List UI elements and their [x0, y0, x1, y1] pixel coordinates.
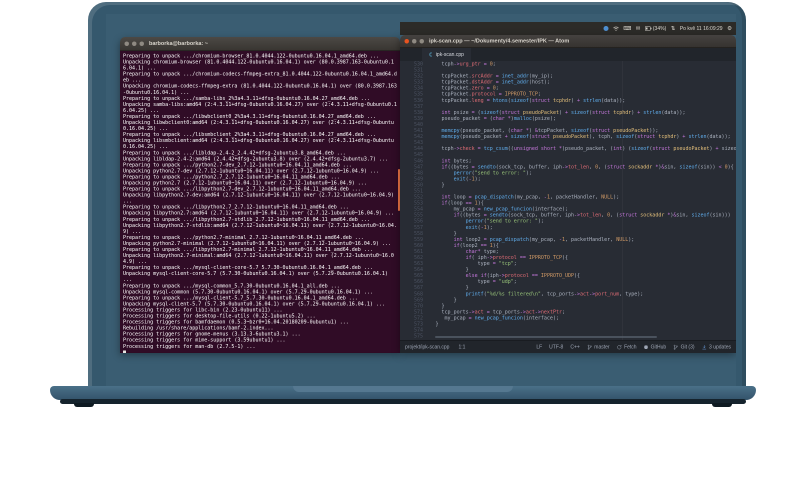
mail-indicator[interactable]: ✉ — [636, 26, 641, 32]
clock-indicator[interactable]: Po kvě 11 16:09:29 — [680, 26, 723, 32]
status-item-git-3-[interactable]: Git (3) — [673, 344, 695, 350]
status-item-lf[interactable]: LF — [536, 344, 542, 350]
battery-label: (34%) — [652, 25, 667, 32]
app-icon — [603, 26, 609, 31]
laptop-screen: ⌨ ✉ (34%) ⇅ Po kvě 11 16:09:29 ⚙ barborka@bar… — [106, 14, 736, 388]
atom-window[interactable]: ipk-scan.cpp — ~/Dokumenty/4.semester/IP… — [400, 35, 736, 353]
status-bar: projekt/ipk-scan.cpp 1:1 LF UTF-8 C++ master… — [400, 340, 736, 353]
tab-bar: C ipk-scan.cpp — [400, 48, 736, 61]
wifi-indicator[interactable] — [613, 26, 619, 31]
minimize-icon[interactable] — [412, 38, 417, 44]
status-left: projekt/ipk-scan.cpp 1:1 — [405, 344, 465, 350]
gear-icon: ⚙ — [727, 25, 732, 32]
maximize-icon[interactable] — [139, 41, 144, 46]
terminal-window[interactable]: barborka@barborka: ~ Preparing to unpack… — [120, 37, 400, 353]
app-indicator[interactable] — [603, 26, 609, 31]
laptop-base — [50, 386, 756, 407]
laptop-lid: ⌨ ✉ (34%) ⇅ Po kvě 11 16:09:29 ⚙ barborka@bar… — [88, 2, 746, 388]
laptop-foot-left — [74, 403, 94, 407]
updates-icon — [702, 344, 708, 350]
minimize-icon[interactable] — [132, 41, 137, 46]
maximize-icon[interactable] — [419, 38, 424, 44]
status-item-fetch[interactable]: Fetch — [617, 344, 637, 350]
tab-label: ipk-scan.cpp — [435, 51, 464, 58]
status-item-github[interactable]: GitHub — [644, 344, 666, 350]
status-item-c-[interactable]: C++ — [570, 344, 579, 350]
editor-lines: 530 tcph->urg_ptr = 0; 531 532 tcpPacket.s… — [400, 62, 736, 340]
keyboard-icon: ⌨ — [623, 25, 632, 32]
terminal-titlebar[interactable]: barborka@barborka: ~ — [120, 37, 400, 51]
horizontal-scrollbar[interactable] — [435, 336, 657, 338]
cpp-file-icon: C — [429, 51, 433, 58]
terminal-text: Preparing to unpack .../chromium-browser… — [123, 53, 397, 350]
terminal-body[interactable]: Preparing to unpack .../chromium-browser… — [120, 51, 400, 353]
tab-ipk-scan[interactable]: C ipk-scan.cpp — [422, 48, 471, 61]
status-right: LF UTF-8 C++ master Fetch GitHub Git (3) 3 upda… — [536, 344, 731, 350]
code-editor[interactable]: 530 tcph->urg_ptr = 0; 531 532 tcpPacket.s… — [400, 61, 736, 340]
atom-title: ipk-scan.cpp — ~/Dokumenty/4.semester/IP… — [429, 38, 570, 44]
status-cursor-position[interactable]: 1:1 — [458, 344, 465, 350]
gear-indicator[interactable]: ⚙ — [727, 26, 732, 32]
laptop-bottom-strip — [60, 399, 746, 404]
terminal-cursor — [123, 350, 126, 353]
sync-icon — [617, 344, 623, 350]
wrap-guide — [622, 61, 623, 340]
unity-top-panel: ⌨ ✉ (34%) ⇅ Po kvě 11 16:09:29 ⚙ — [400, 22, 736, 35]
status-item-3-updates[interactable]: 3 updates — [702, 344, 731, 350]
tray: ⌨ ✉ (34%) ⇅ Po kvě 11 16:09:29 ⚙ — [603, 25, 732, 32]
battery-icon — [644, 26, 652, 31]
git-icon — [673, 344, 679, 350]
branch-icon — [587, 344, 593, 350]
mail-icon: ✉ — [635, 25, 641, 32]
wifi-icon — [613, 26, 619, 31]
line-number: 575 — [413, 333, 423, 340]
arrows-indicator[interactable]: ⇅ — [671, 26, 676, 32]
keyboard-indicator[interactable]: ⌨ — [623, 26, 631, 32]
close-icon[interactable] — [124, 41, 129, 46]
github-icon — [644, 345, 649, 350]
arrows-icon: ⇅ — [670, 25, 676, 32]
close-icon[interactable] — [404, 38, 409, 44]
battery-indicator[interactable]: (34%) — [644, 25, 667, 32]
clock-label: Po kvě 11 16:09:29 — [679, 25, 723, 32]
status-file-path[interactable]: projekt/ipk-scan.cpp — [405, 344, 449, 350]
atom-titlebar[interactable]: ipk-scan.cpp — ~/Dokumenty/4.semester/IP… — [400, 35, 736, 48]
laptop-foot-right — [712, 403, 732, 407]
terminal-title: barborka@barborka: ~ — [149, 40, 209, 47]
status-item-utf-8[interactable]: UTF-8 — [549, 344, 563, 350]
laptop-hinge-notch — [293, 386, 513, 392]
status-item-master[interactable]: master — [587, 344, 610, 350]
